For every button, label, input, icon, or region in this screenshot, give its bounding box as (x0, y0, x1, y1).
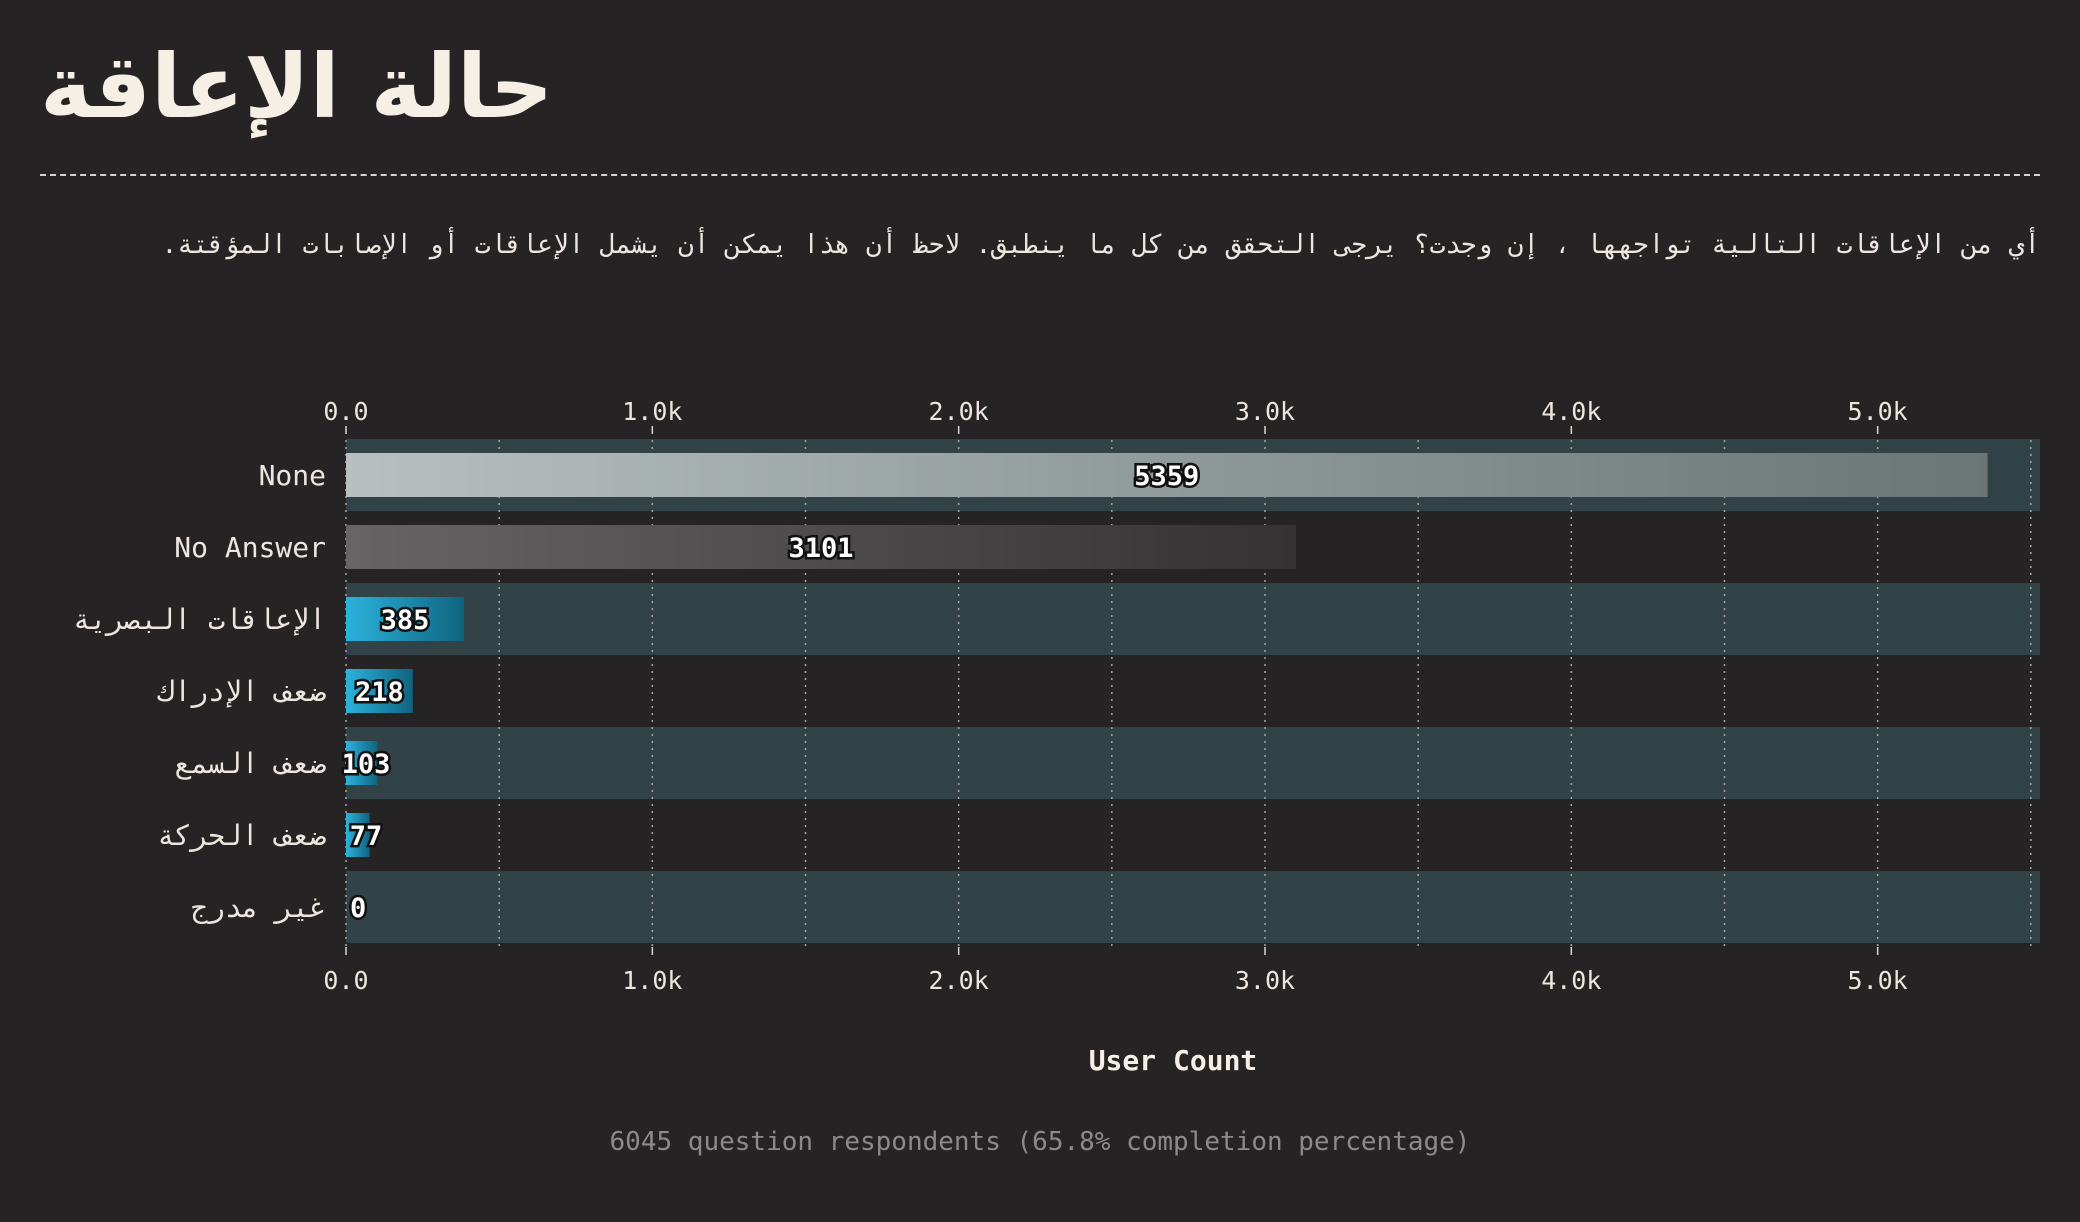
bar-chart: None No Answer الإعاقات البصرية ضعف الإدراك… (73, 397, 2040, 1077)
category-label: ضعف السمع (174, 747, 326, 780)
question-text: أي من الإعاقات التالية تواجهها ، إن وجدت… (161, 230, 2040, 260)
respondents-note: 6045 question respondents (65.8% complet… (609, 1127, 1471, 1157)
category-label: None (259, 459, 326, 492)
value-label: 385 (381, 605, 430, 636)
x-tick-label-top: 2.0k (929, 397, 989, 426)
value-label: 218 (355, 677, 404, 708)
x-tick-label-top: 4.0k (1541, 397, 1601, 426)
x-tick-label-top: 3.0k (1235, 397, 1295, 426)
x-tick-label-top: 0.0 (323, 397, 368, 426)
value-label: 5359 (1134, 461, 1199, 492)
x-tick-label-bottom: 0.0 (323, 966, 368, 995)
row-band (346, 727, 2040, 799)
x-tick-label-bottom: 3.0k (1235, 966, 1295, 995)
x-axis-title: User Count (1089, 1044, 1258, 1077)
value-label: 3101 (788, 533, 853, 564)
category-label: الإعاقات البصرية (73, 603, 326, 636)
category-label: No Answer (174, 531, 326, 564)
page-title: حالة الإعاقة (40, 35, 554, 138)
value-label: 103 (342, 749, 391, 780)
x-tick-label-bottom: 1.0k (622, 966, 682, 995)
value-label: 0 (350, 893, 366, 924)
category-label: ضعف الحركة (157, 819, 326, 852)
x-tick-label-bottom: 5.0k (1848, 966, 1908, 995)
title-divider (40, 174, 2040, 176)
row-band (346, 871, 2040, 943)
category-label: ضعف الإدراك (157, 675, 326, 708)
category-label: غير مدرج (191, 891, 326, 924)
row-band (346, 583, 2040, 655)
x-tick-label-top: 1.0k (622, 397, 682, 426)
x-tick-label-top: 5.0k (1848, 397, 1908, 426)
x-tick-label-bottom: 2.0k (929, 966, 989, 995)
x-tick-label-bottom: 4.0k (1541, 966, 1601, 995)
value-label: 77 (350, 821, 383, 852)
